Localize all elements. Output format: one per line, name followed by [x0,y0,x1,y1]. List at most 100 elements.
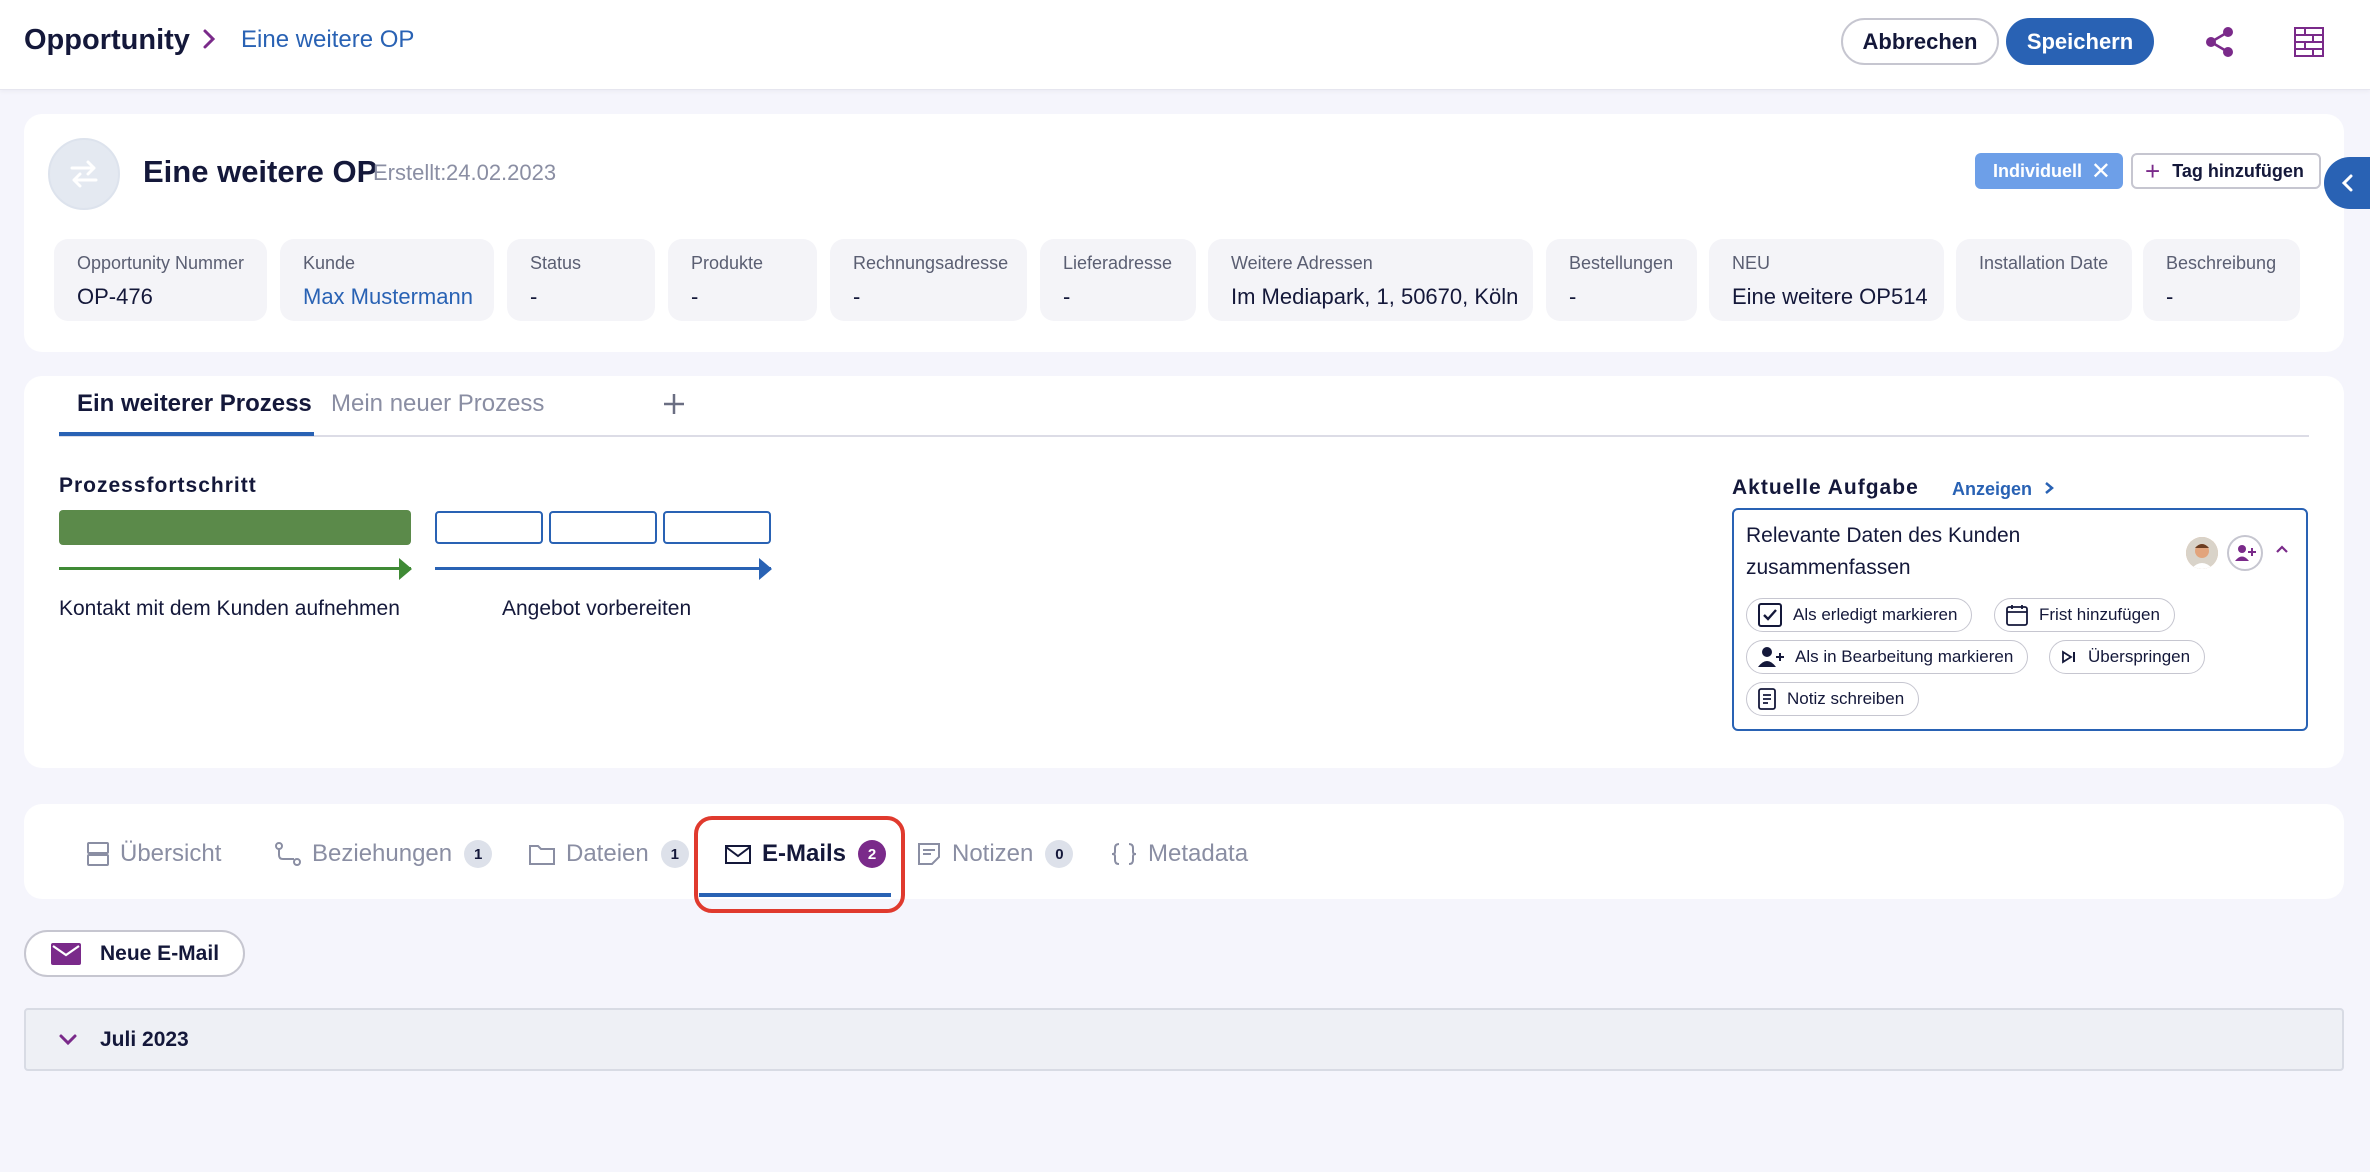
chevron-down-icon [59,1034,77,1045]
tag-label: Individuell [1993,160,2083,181]
arrow-head-icon [759,558,772,580]
chevron-up-icon[interactable] [2274,541,2290,557]
assign-user-icon[interactable] [2227,535,2263,571]
breadcrumb-root[interactable]: Opportunity [24,24,190,57]
folder-icon [529,845,555,865]
cancel-button[interactable]: Abbrechen [1841,18,1999,65]
current-task-heading: Aktuelle Aufgabe [1732,476,1919,499]
new-email-button[interactable]: Neue E-Mail [24,930,245,977]
opportunity-avatar [48,138,120,210]
mail-filled-icon [51,942,81,965]
chip-label: Überspringen [2088,647,2191,666]
tab-label: Notizen [952,840,1034,867]
field-label: Weitere Adressen [1231,253,1373,273]
tab-process-2[interactable]: Mein neuer Prozess [331,390,544,418]
note-icon [1758,688,1776,710]
tab-metadata[interactable]: Metadata [1110,836,1248,872]
progress-segment-done [59,510,411,545]
created-label: Erstellt: [373,160,447,185]
field-value: - [691,284,699,309]
add-tag-label: Tag hinzufügen [2172,160,2304,181]
field-orders: Bestellungen - [1546,239,1697,321]
share-icon[interactable] [2202,24,2238,60]
field-description: Beschreibung - [2143,239,2300,321]
layout-grid-icon[interactable] [2291,24,2327,60]
count-badge: 0 [1045,840,1074,868]
breadcrumb-separator-icon [202,26,216,57]
add-deadline-button[interactable]: Frist hinzufügen [1994,598,2175,632]
count-badge: 1 [660,840,689,868]
avatar[interactable] [2186,537,2218,569]
progress-heading: Prozessfortschritt [59,474,257,497]
field-label: Lieferadresse [1063,253,1173,273]
task-title: Relevante Daten des Kunden zusammenfasse… [1746,524,2021,579]
mark-in-progress-button[interactable]: Als in Bearbeitung markieren [1746,640,2029,674]
chip-label: Als in Bearbeitung markieren [1795,647,2014,666]
created-date: 24.02.2023 [446,160,557,185]
field-label: Installation Date [1979,253,2109,273]
skip-button[interactable]: Überspringen [2049,640,2206,674]
stage-arrow [435,567,771,570]
stage-name: Kontakt mit dem Kunden aufnehmen [59,597,400,620]
chevron-left-icon [2341,174,2353,192]
field-customer: Kunde Max Mustermann [280,239,494,321]
tab-notes[interactable]: Notizen 0 [916,836,1074,872]
checkbox-icon [1758,603,1782,627]
skip-icon [2062,650,2075,664]
relations-icon [275,842,301,866]
overview-icon [87,842,109,866]
person-add-icon [1758,647,1784,667]
field-value: - [530,284,538,309]
tab-overview[interactable]: Übersicht [86,836,221,872]
tab-label: Übersicht [120,840,222,867]
count-badge: 1 [464,840,493,868]
braces-icon [1111,843,1137,865]
field-status: Status - [507,239,655,321]
field-label: Rechnungsadresse [853,253,1009,273]
swap-arrows-icon [70,160,98,188]
field-label: Opportunity Nummer [77,253,245,273]
field-value: - [1569,284,1577,309]
plus-icon: + [2145,155,2161,186]
field-value: Im Mediapark, 1, 50670, Köln [1231,284,1519,309]
breadcrumb-current: Eine weitere OP [241,26,415,53]
field-value: OP-476 [77,284,153,309]
tab-files[interactable]: Dateien 1 [528,836,689,872]
add-tag-button[interactable]: + Tag hinzufügen [2131,153,2321,189]
field-label: Beschreibung [2166,253,2277,273]
chip-label: Als erledigt markieren [1793,605,1958,624]
field-value: - [853,284,861,309]
plus-icon[interactable] [661,384,687,426]
chip-label: Notiz schreiben [1787,689,1905,708]
new-email-label: Neue E-Mail [100,941,220,965]
tab-relations[interactable]: Beziehungen 1 [274,836,493,872]
field-label: Produkte [691,253,764,273]
close-icon[interactable]: ✕ [2091,157,2111,186]
mark-done-button[interactable]: Als erledigt markieren [1746,598,1973,632]
field-additional-addresses: Weitere Adressen Im Mediapark, 1, 50670,… [1208,239,1533,321]
progress-segment [435,511,543,544]
active-tab-indicator [59,432,314,436]
tab-process-1[interactable]: Ein weiterer Prozess [77,390,312,418]
customer-link[interactable]: Max Mustermann [303,284,473,310]
email-group-toggle[interactable]: Juli 2023 [24,1008,2344,1071]
write-note-button[interactable]: Notiz schreiben [1746,682,1920,716]
tag-individuell[interactable]: Individuell ✕ [1975,153,2123,189]
highlight-annotation [694,816,905,913]
field-value: - [1063,284,1071,309]
save-button[interactable]: Speichern [2006,18,2154,65]
sidebar-toggle[interactable] [2324,157,2370,209]
chip-label: Frist hinzufügen [2039,605,2160,624]
tab-label: Beziehungen [312,840,453,867]
field-value: - [2166,284,2174,309]
field-billing-address: Rechnungsadresse - [830,239,1027,321]
tab-label: Metadata [1148,840,1249,867]
field-neu: NEU Eine weitere OP514 [1709,239,1944,321]
field-label: Bestellungen [1569,253,1674,273]
field-label: Kunde [303,253,356,273]
tab-label: Dateien [566,840,649,867]
process-tabs-divider [59,435,2309,437]
arrow-head-icon [399,558,412,580]
field-label: Status [530,253,582,273]
show-task-link[interactable]: Anzeigen [1952,479,2055,500]
